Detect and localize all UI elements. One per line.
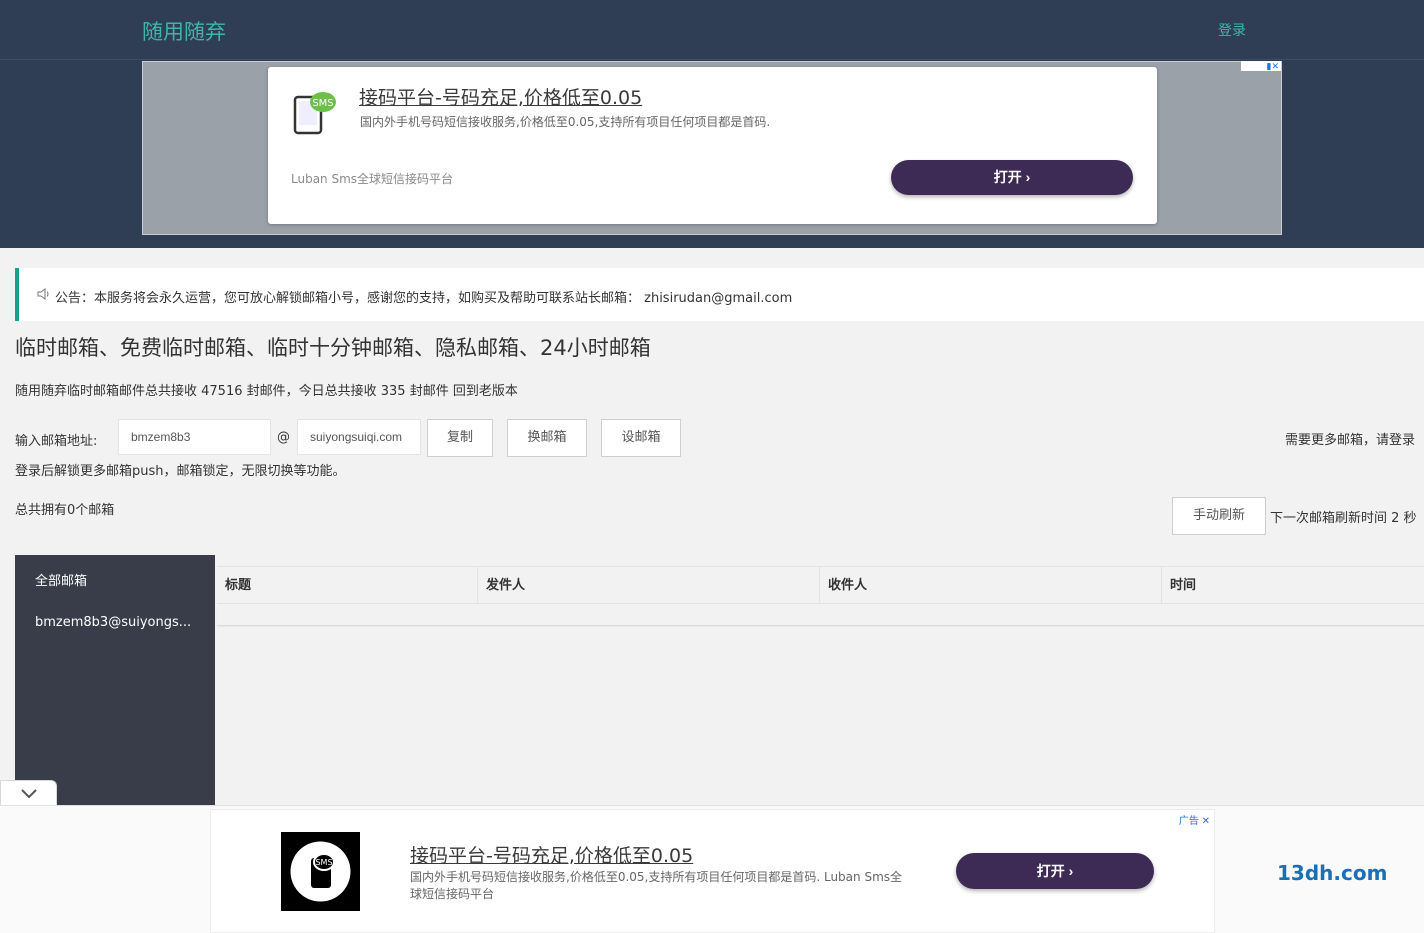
mail-table-body — [217, 605, 1424, 626]
collapse-ad-button[interactable] — [0, 780, 57, 806]
more-mailboxes-hint[interactable]: 需要更多邮箱，请登录 — [1285, 429, 1415, 448]
top-advertisement[interactable]: ▮✕ SMS 接码平台-号码充足,价格低至0.05 国内外手机号码短信接收服务,… — [142, 61, 1282, 235]
ad-close-icon[interactable]: 广告 ✕ — [1179, 812, 1210, 827]
ad-close-icon[interactable]: ▮✕ — [1241, 61, 1281, 71]
next-refresh-timer: 下一次邮箱刷新时间 2 秒 — [1270, 511, 1417, 526]
bottom-advertisement[interactable]: 广告 ✕ SMS 接码平台-号码充足,价格低至0.05 国内外手机号码短信接收服… — [210, 809, 1215, 933]
sms-app-logo: SMS — [281, 832, 360, 911]
change-email-button[interactable]: 换邮箱 — [507, 419, 587, 457]
ad-title-link[interactable]: 接码平台-号码充足,价格低至0.05 — [410, 841, 693, 868]
ad-card[interactable]: SMS 接码平台-号码充足,价格低至0.05 国内外手机号码短信接收服务,价格低… — [268, 67, 1157, 224]
chevron-down-icon — [21, 789, 37, 799]
mailbox-count: 总共拥有0个邮箱 — [15, 503, 115, 518]
ad-open-button[interactable]: 打开 › — [891, 160, 1133, 195]
mail-stats: 随用随弃临时邮箱邮件总共接收 47516 封邮件，今日总共接收 335 封邮件 … — [15, 384, 518, 399]
set-email-button[interactable]: 设邮箱 — [601, 419, 681, 457]
svg-text:SMS: SMS — [312, 98, 333, 109]
ad-label: 广告 — [1178, 816, 1199, 827]
page-title: 临时邮箱、免费临时邮箱、临时十分钟邮箱、隐私邮箱、24小时邮箱 — [15, 336, 651, 360]
at-sign: @ — [277, 430, 290, 445]
speaker-icon — [37, 288, 49, 300]
sidebar-item-mailbox[interactable]: bmzem8b3@suiyongs... — [35, 615, 191, 630]
sidebar-item-all[interactable]: 全部邮箱 — [35, 570, 87, 589]
login-link[interactable]: 登录 — [1218, 20, 1246, 40]
manual-refresh-button[interactable]: 手动刷新 — [1172, 497, 1266, 535]
column-time: 时间 — [1170, 578, 1197, 593]
email-address-label: 输入邮箱地址: — [15, 434, 98, 449]
header-divider — [0, 59, 1424, 60]
column-subject: 标题 — [217, 567, 478, 604]
column-recipient: 收件人 — [820, 567, 1162, 604]
svg-text:SMS: SMS — [315, 858, 332, 867]
ad-open-button[interactable]: 打开 › — [956, 853, 1154, 889]
email-domain-select[interactable]: suiyongsuiqi.com — [297, 419, 421, 455]
top-header: 随用随弃 登录 ▮✕ SMS 接码平台-号码充足,价格低至0.05 国内外手机号… — [0, 0, 1424, 248]
announcement-bar: 公告：本服务将会永久运营，您可放心解锁邮箱小号，感谢您的支持，如购买及帮助可联系… — [15, 268, 1424, 321]
unlock-features-hint: 登录后解锁更多邮箱push，邮箱锁定，无限切换等功能。 — [15, 464, 346, 479]
announcement-text: 公告：本服务将会永久运营，您可放心解锁邮箱小号，感谢您的支持，如购买及帮助可联系… — [55, 291, 793, 306]
mail-table-header: 标题 发件人 收件人 时间 — [217, 566, 1424, 604]
ad-description: 国内外手机号码短信接收服务,价格低至0.05,支持所有项目任何项目都是首码. — [360, 115, 771, 129]
ad-description: 国内外手机号码短信接收服务,价格低至0.05,支持所有项目任何项目都是首码. L… — [410, 870, 903, 901]
ad-brand: Luban Sms全球短信接码平台 — [291, 172, 454, 186]
copy-button[interactable]: 复制 — [427, 419, 493, 457]
site-domain-link[interactable]: 13dh.com — [1277, 861, 1387, 885]
mailbox-sidebar: 全部邮箱 bmzem8b3@suiyongs... — [15, 555, 215, 815]
site-logo[interactable]: 随用随弃 — [142, 16, 226, 46]
sms-icon: SMS — [293, 92, 336, 135]
column-sender: 发件人 — [478, 567, 820, 604]
ad-title-link[interactable]: 接码平台-号码充足,价格低至0.05 — [359, 83, 642, 110]
email-username-input[interactable]: bmzem8b3 — [118, 419, 271, 455]
